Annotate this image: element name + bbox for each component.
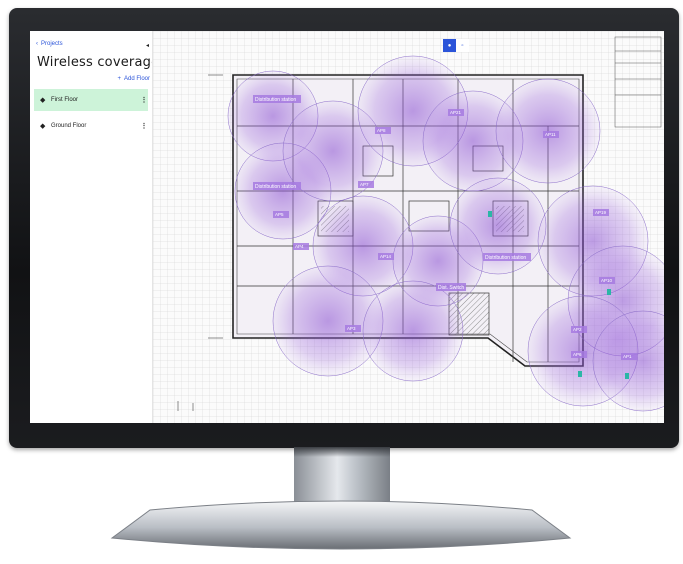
plus-icon: +: [117, 76, 121, 82]
plan-label[interactable]: Dist. Switch: [438, 285, 464, 291]
plan-label[interactable]: Distribution station: [255, 97, 296, 103]
ap-label[interactable]: AP8: [377, 128, 386, 133]
layers-icon: ◆: [40, 97, 46, 104]
ap-label[interactable]: AP7: [360, 182, 369, 187]
heatmap-view-button[interactable]: ●: [443, 39, 456, 52]
floor-plan-drawing: Distribution station Distribution statio…: [153, 31, 664, 423]
floor-label: First Floor: [51, 97, 78, 103]
more-vertical-icon[interactable]: ⋮: [140, 122, 148, 130]
floors-sidebar: ‹ Projects ◂ Wireless coverage f + Add F…: [30, 31, 153, 423]
ap-label[interactable]: AP21: [450, 110, 462, 115]
add-floor-button[interactable]: + Add Floor: [117, 76, 150, 82]
add-floor-label: Add Floor: [123, 76, 150, 82]
more-vertical-icon[interactable]: ⋮: [140, 96, 148, 104]
ap-label[interactable]: AP2: [573, 327, 582, 332]
project-title: Wireless coverage f: [37, 55, 152, 70]
plan-label[interactable]: Distribution station: [255, 184, 296, 190]
ap-label[interactable]: AP19: [595, 210, 607, 215]
ap-label[interactable]: AP1: [623, 354, 632, 359]
chevron-left-icon: ‹: [36, 41, 38, 47]
floor-item-ground-floor[interactable]: ◆ Ground Floor ⋮: [34, 115, 148, 137]
collapse-sidebar-icon[interactable]: ◂: [146, 42, 149, 49]
ap-label[interactable]: AP11: [545, 132, 556, 137]
view-toggle: ● ▫: [443, 39, 469, 52]
stand-shadow: [294, 447, 390, 457]
monitor-stand-base: [110, 500, 572, 550]
ap-label[interactable]: AP6: [573, 352, 582, 357]
ap-label[interactable]: AP10: [601, 278, 613, 283]
floor-label: Ground Floor: [51, 123, 87, 129]
ap-label[interactable]: AP5: [275, 212, 284, 217]
ap-label[interactable]: AP14: [380, 254, 392, 259]
layers-icon: ◆: [40, 123, 46, 130]
floor-item-first-floor[interactable]: ◆ First Floor ⋮: [34, 89, 148, 111]
back-to-projects-link[interactable]: ‹ Projects: [36, 41, 63, 47]
square-icon: ▫: [461, 42, 464, 49]
ap-label[interactable]: AP3: [347, 326, 356, 331]
floor-plan-canvas[interactable]: Distribution station Distribution statio…: [153, 31, 664, 423]
dot-icon: ●: [447, 42, 452, 49]
back-label: Projects: [41, 41, 63, 47]
app-screen: ‹ Projects ◂ Wireless coverage f + Add F…: [30, 31, 664, 423]
ap-label[interactable]: AP4: [295, 244, 304, 249]
plan-label[interactable]: Distribution station: [485, 255, 526, 261]
grid-view-button[interactable]: ▫: [456, 39, 469, 52]
